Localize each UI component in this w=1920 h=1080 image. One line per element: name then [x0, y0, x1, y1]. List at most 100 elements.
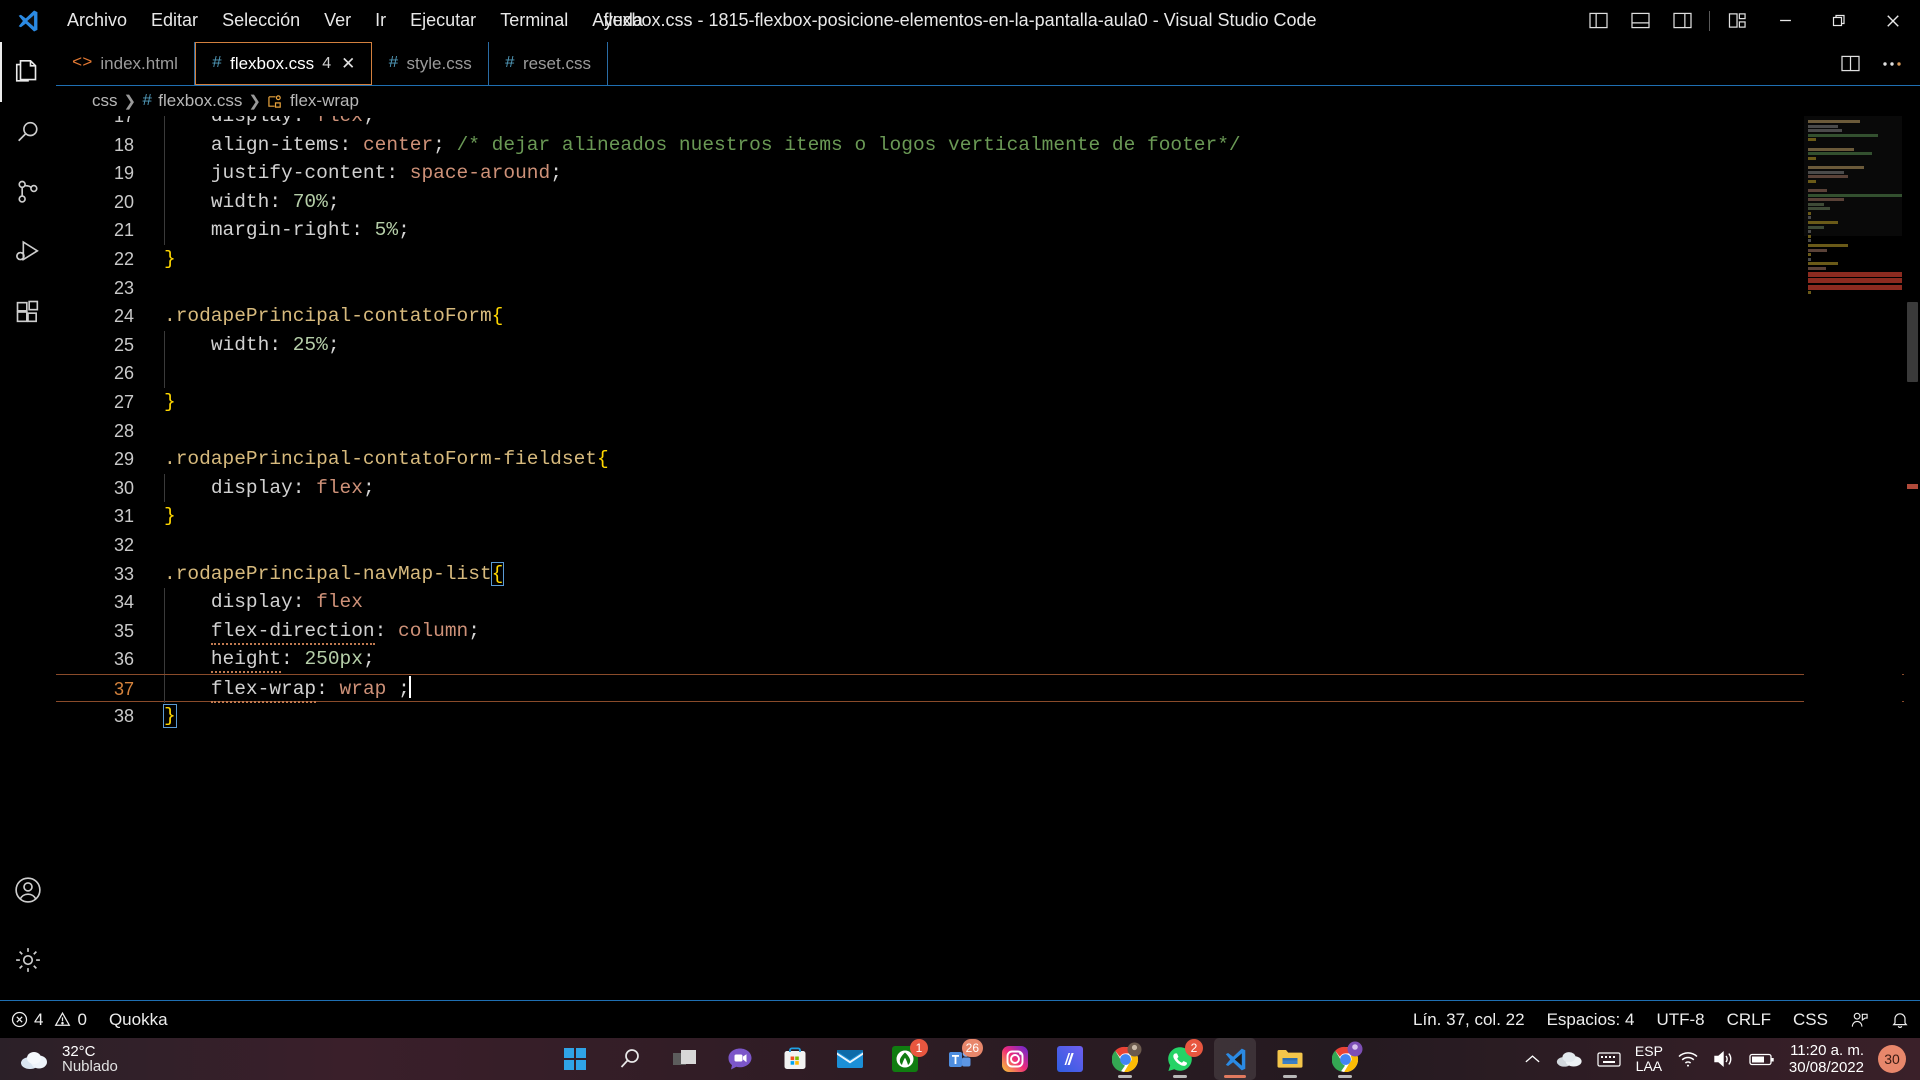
taskbar-chat-button[interactable] [719, 1038, 761, 1080]
quokka-status[interactable]: Quokka [98, 1001, 179, 1039]
toggle-secondary-sidebar-icon[interactable] [1661, 0, 1703, 42]
scrollbar-thumb[interactable] [1907, 302, 1918, 382]
battery-icon[interactable] [1749, 1052, 1775, 1067]
breadcrumb-folder[interactable]: css [92, 91, 118, 111]
menu-editar[interactable]: Editar [140, 6, 209, 35]
css-icon: # [142, 91, 153, 111]
show-hidden-icons-icon[interactable] [1524, 1053, 1541, 1065]
taskbar-teams-button[interactable]: 26 [939, 1038, 983, 1080]
problems-status[interactable]: 4 0 [0, 1001, 98, 1039]
taskbar-task-view-button[interactable] [664, 1038, 706, 1080]
code-text: .rodapePrincipal-contatoForm{ [164, 302, 503, 331]
split-editor-icon[interactable] [1830, 42, 1870, 86]
taskbar-alura-button[interactable] [1049, 1038, 1091, 1080]
sidebar-item-search[interactable] [0, 102, 56, 162]
toggle-panel-icon[interactable] [1619, 0, 1661, 42]
code-line[interactable]: 36 height: 250px; [56, 645, 1920, 674]
code-line[interactable]: 28 [56, 417, 1920, 446]
code-line[interactable]: 30 display: flex; [56, 473, 1920, 503]
encoding[interactable]: UTF-8 [1645, 1001, 1715, 1039]
minimap-line [1808, 138, 1816, 142]
code-line[interactable]: 37 flex-wrap: wrap ; [56, 673, 1920, 704]
cursor-position[interactable]: Lín. 37, col. 22 [1402, 1001, 1536, 1039]
minimap[interactable] [1804, 116, 1902, 1000]
code-line[interactable]: 27} [56, 388, 1920, 417]
editor-scrollbar[interactable] [1904, 116, 1920, 1000]
onedrive-icon[interactable] [1555, 1050, 1583, 1068]
taskbar-vscode-button[interactable] [1214, 1038, 1256, 1080]
menu-bar[interactable]: Archivo Editar Selección Ver Ir Ejecutar… [56, 6, 654, 35]
code-line[interactable]: 22} [56, 245, 1920, 274]
manage-settings-button[interactable] [0, 920, 56, 1000]
customize-layout-icon[interactable] [1716, 0, 1758, 42]
tab-index-html[interactable]: <> index.html [56, 42, 195, 85]
weather-widget[interactable]: 32°C Nublado [0, 1044, 300, 1074]
volume-icon[interactable] [1713, 1050, 1735, 1068]
tab-flexbox-css[interactable]: # flexbox.css 4 ✕ [194, 42, 373, 85]
tab-reset-css[interactable]: # reset.css [488, 42, 608, 85]
toggle-primary-sidebar-icon[interactable] [1577, 0, 1619, 42]
code-line[interactable]: 18 align-items: center; /* dejar alinead… [56, 130, 1920, 160]
taskbar-whatsapp-button[interactable]: 2 [1159, 1038, 1203, 1080]
code-line[interactable]: 23 [56, 274, 1920, 303]
sidebar-item-source-control[interactable] [0, 162, 56, 222]
code-line[interactable]: 25 width: 25%; [56, 330, 1920, 360]
code-line[interactable]: 19 justify-content: space-around; [56, 159, 1920, 188]
maximize-button[interactable] [1812, 0, 1866, 42]
code-line[interactable]: 31} [56, 502, 1920, 531]
more-actions-icon[interactable] [1872, 42, 1912, 86]
notifications-button[interactable] [1880, 1001, 1920, 1039]
taskbar-file-explorer-button[interactable] [1269, 1038, 1311, 1080]
code-line[interactable]: 24 .rodapePrincipal-contatoForm{ [56, 302, 1920, 331]
code-line[interactable]: 26 [56, 359, 1920, 388]
running-indicator [1338, 1075, 1352, 1078]
menu-ir[interactable]: Ir [364, 6, 397, 35]
tab-style-css[interactable]: # style.css [372, 42, 489, 85]
sidebar-item-run-and-debug[interactable] [0, 222, 56, 282]
keyboard-icon[interactable] [1597, 1051, 1621, 1068]
wifi-icon[interactable] [1677, 1050, 1699, 1068]
sidebar-item-extensions[interactable] [0, 282, 56, 342]
close-button[interactable] [1866, 0, 1920, 42]
taskbar-search-button[interactable] [609, 1038, 651, 1080]
clock[interactable]: 11:20 a. m. 30/08/2022 [1789, 1042, 1864, 1076]
code-line[interactable]: 32 [56, 531, 1920, 560]
taskbar-store-button[interactable] [774, 1038, 816, 1080]
taskbar-chrome-button[interactable] [1104, 1038, 1146, 1080]
code-line[interactable]: 33 .rodapePrincipal-navMap-list{ [56, 560, 1920, 589]
menu-terminal[interactable]: Terminal [489, 6, 579, 35]
code-line[interactable]: 34 display: flex [56, 588, 1920, 617]
indentation[interactable]: Espacios: 4 [1536, 1001, 1646, 1039]
breadcrumb-symbol[interactable]: flex-wrap [290, 91, 359, 111]
editor-tab-bar: <> index.html # flexbox.css 4 ✕ # style.… [56, 42, 1920, 86]
minimize-button[interactable] [1758, 0, 1812, 42]
taskbar-xbox-button[interactable]: 1 [884, 1038, 928, 1080]
code-line[interactable]: 38} [56, 702, 1920, 731]
taskbar-mail-button[interactable] [829, 1038, 871, 1080]
notification-badge[interactable]: 30 [1878, 1045, 1906, 1073]
sidebar-item-explorer[interactable] [0, 42, 56, 102]
menu-ejecutar[interactable]: Ejecutar [399, 6, 487, 35]
code-line[interactable]: 21 margin-right: 5%; [56, 216, 1920, 245]
menu-ayuda[interactable]: Ayuda [581, 6, 654, 35]
menu-seleccion[interactable]: Selección [211, 6, 311, 35]
language-indicator[interactable]: ESP LAA [1635, 1044, 1663, 1074]
taskbar-chrome-profile-button[interactable] [1324, 1038, 1366, 1080]
language-mode[interactable]: CSS [1782, 1001, 1839, 1039]
menu-ver[interactable]: Ver [313, 6, 362, 35]
code-line[interactable]: 17 display: flex; [56, 116, 1920, 131]
close-icon[interactable]: ✕ [341, 54, 355, 74]
code-line[interactable]: 20 width: 70%; [56, 187, 1920, 217]
code-line[interactable]: 35 flex-direction: column; [56, 616, 1920, 646]
taskbar-instagram-button[interactable] [994, 1038, 1036, 1080]
breadcrumb-file[interactable]: flexbox.css [158, 91, 242, 111]
menu-archivo[interactable]: Archivo [56, 6, 138, 35]
taskbar-start-button[interactable] [554, 1038, 596, 1080]
line-endings[interactable]: CRLF [1716, 1001, 1782, 1039]
feedback-button[interactable] [1839, 1001, 1880, 1039]
code-text: display: flex; [164, 474, 375, 503]
code-editor[interactable]: 17 display: flex; 18 align-items: center;… [56, 116, 1920, 1000]
accounts-button[interactable] [0, 860, 56, 920]
code-line[interactable]: 29 .rodapePrincipal-contatoForm-fieldset{ [56, 445, 1920, 474]
